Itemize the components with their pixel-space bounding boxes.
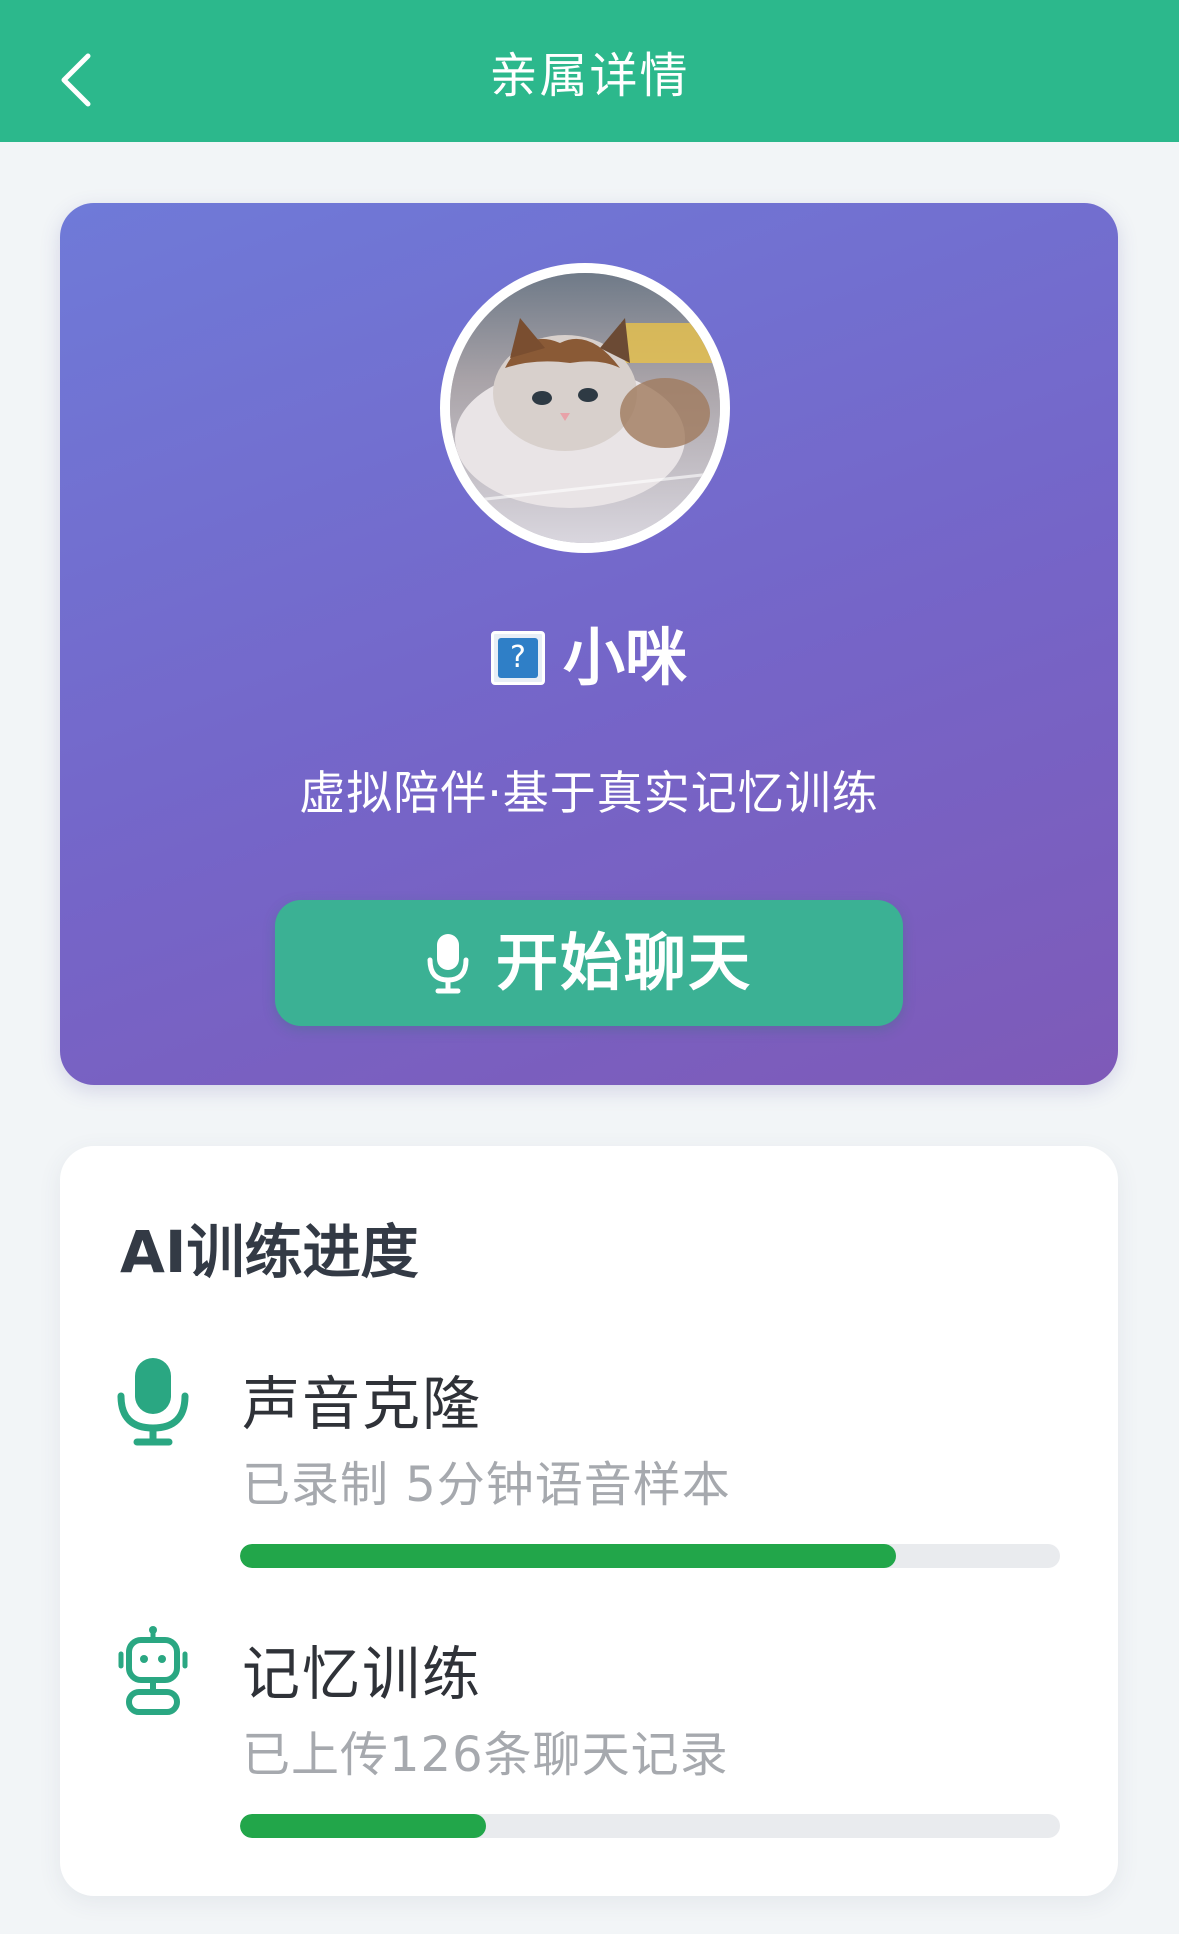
start-chat-button[interactable]: 开始聊天 (275, 900, 903, 1026)
cat-photo (450, 273, 720, 543)
profile-name-row: ? 小咪 (60, 618, 1118, 698)
progress-fill (240, 1814, 486, 1838)
item-description: 已录制 5分钟语音样本 (242, 1457, 731, 1513)
section-title: AI训练进度 (120, 1218, 419, 1286)
page-title: 亲属详情 (489, 48, 690, 104)
avatar[interactable] (440, 263, 730, 553)
microphone-icon (427, 934, 469, 994)
progress-bar (240, 1814, 1060, 1838)
item-title: 记忆训练 (242, 1640, 483, 1708)
progress-fill (240, 1544, 896, 1568)
progress-bar (240, 1544, 1060, 1568)
item-description: 已上传126条聊天记录 (242, 1727, 729, 1783)
start-chat-label: 开始聊天 (495, 926, 752, 999)
unknown-glyph: ? (497, 638, 538, 678)
memory-training-item[interactable]: 记忆训练 已上传126条聊天记录 (60, 1626, 1118, 1866)
top-navigation-bar: 亲属详情 (0, 0, 1179, 142)
robot-icon (118, 1626, 188, 1715)
profile-subtitle: 虚拟陪伴·基于真实记忆训练 (299, 766, 879, 820)
item-title: 声音克隆 (242, 1370, 483, 1438)
profile-card: ? 小咪 虚拟陪伴·基于真实记忆训练 开始聊天 (60, 203, 1118, 1085)
profile-name: 小咪 (562, 621, 687, 694)
unknown-glyph-icon: ? (490, 631, 545, 685)
microphone-icon (117, 1358, 189, 1446)
voice-clone-item[interactable]: 声音克隆 已录制 5分钟语音样本 (60, 1356, 1118, 1596)
training-progress-card: AI训练进度 声音克隆 已录制 5分钟语音样本 记忆训练 已上传126条聊天记录 (60, 1146, 1118, 1896)
